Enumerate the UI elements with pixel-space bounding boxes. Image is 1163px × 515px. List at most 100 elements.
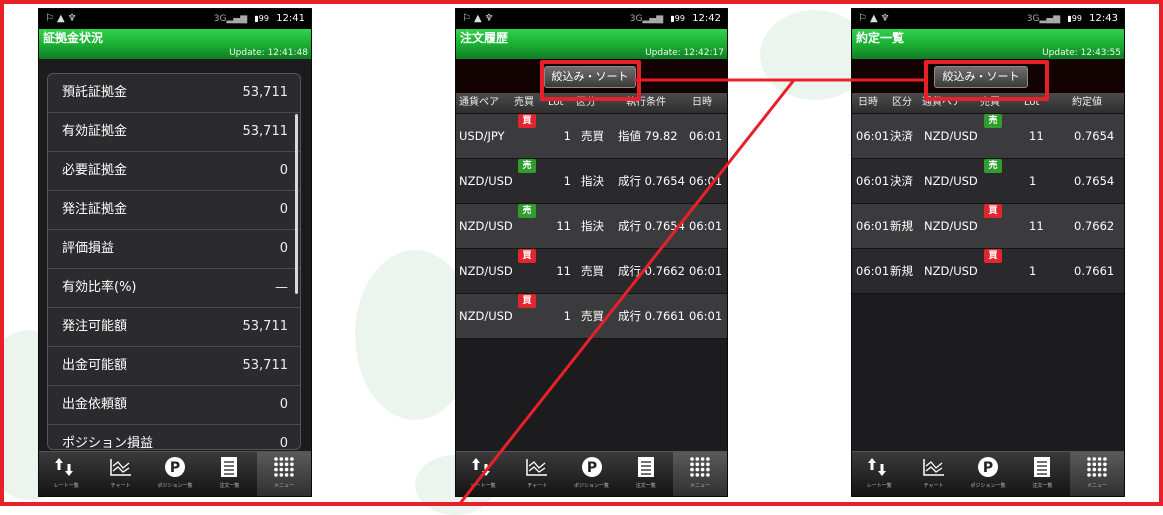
price-cell: 0.7654 (1074, 129, 1115, 143)
item-label: 出金依頼額 (62, 397, 128, 412)
bottom-nav: レート一覧 チャート P ポジション一覧 注文一覧 メニュー (852, 451, 1124, 496)
signal-icon: 3G▂▄▆ (213, 14, 248, 24)
status-bar: ⚐▲♆ 3G▂▄▆ ▮99 12:41 (39, 9, 311, 29)
rate-arrows-icon (456, 452, 510, 482)
item-label: 必要証拠金 (62, 163, 128, 178)
time-cell: 06:01 (856, 219, 890, 233)
nav-item-order-list[interactable]: 注文一覧 (619, 452, 673, 496)
svg-text:P: P (170, 460, 180, 476)
screen-title: 注文履歴 (456, 29, 727, 47)
side-badge: 売 (518, 159, 536, 173)
nav-item-chart[interactable]: チャート (510, 452, 564, 496)
notification-icons: ⚐▲♆ (45, 13, 80, 24)
svg-text:P: P (586, 460, 596, 476)
condition-cell: 成行 0.7662 (618, 264, 685, 278)
item-label: 有効証拠金 (62, 124, 128, 139)
lot-cell: 1 (563, 309, 571, 323)
item-value: 0 (279, 241, 288, 256)
list-item[interactable]: ポジション損益 0 (48, 425, 300, 450)
nav-item-position-p[interactable]: P ポジション一覧 (564, 452, 618, 496)
clock: 12:43 (1089, 13, 1118, 24)
kind-cell: 決済 (890, 129, 913, 143)
bottom-nav: レート一覧 チャート P ポジション一覧 注文一覧 メニュー (456, 451, 727, 496)
table-row[interactable]: 06:01 決済 NZD/USD 売 1 0.7654 (852, 159, 1124, 204)
table-row[interactable]: USD/JPY 買 1 売買 指値 79.82 06:01 (456, 114, 727, 159)
pair-cell: NZD/USD (459, 174, 513, 188)
kind-cell: 新規 (890, 219, 913, 233)
condition-cell: 成行 0.7661 (618, 309, 685, 323)
order-list-icon (619, 452, 673, 482)
nav-item-order-list[interactable]: 注文一覧 (1015, 452, 1069, 496)
nav-item-rate-arrows[interactable]: レート一覧 (39, 452, 93, 496)
nav-item-chart[interactable]: チャート (93, 452, 147, 496)
side-badge: 売 (518, 204, 536, 218)
lot-cell: 1 (563, 129, 571, 143)
list-item[interactable]: 発注証拠金 0 (48, 191, 300, 230)
item-value: 0 (279, 397, 288, 412)
item-value: 53,711 (242, 124, 289, 139)
chart-icon (906, 452, 960, 482)
list-item[interactable]: 評価損益 0 (48, 230, 300, 269)
lot-cell: 11 (556, 264, 571, 278)
nav-item-menu-grid[interactable]: メニュー (1069, 452, 1124, 496)
table-row[interactable]: NZD/USD 売 1 指決 成行 0.7654 06:01 (456, 159, 727, 204)
nav-item-position-p[interactable]: P ポジション一覧 (148, 452, 202, 496)
pair-cell: USD/JPY (459, 129, 505, 143)
time-cell: 06:01 (689, 264, 723, 278)
nav-item-menu-grid[interactable]: メニュー (256, 452, 311, 496)
scrollbar[interactable] (295, 114, 298, 294)
list-item[interactable]: 出金可能額 53,711 (48, 347, 300, 386)
table-row[interactable]: 06:01 新規 NZD/USD 買 1 0.7661 (852, 249, 1124, 294)
chart-icon (93, 452, 147, 482)
nav-label: 注文一覧 (635, 483, 656, 489)
lot-cell: 11 (1029, 219, 1044, 233)
item-label: 有効比率(%) (62, 280, 137, 295)
update-time: Update: 12:42:17 (456, 47, 727, 59)
nav-label: メニュー (273, 483, 294, 489)
signal-icon: 3G▂▄▆ (629, 14, 664, 24)
nav-item-order-list[interactable]: 注文一覧 (202, 452, 256, 496)
lot-cell: 11 (1029, 129, 1044, 143)
table-row[interactable]: 06:01 決済 NZD/USD 売 11 0.7654 (852, 114, 1124, 159)
menu-grid-icon (257, 452, 311, 482)
bottom-nav: レート一覧 チャート P ポジション一覧 注文一覧 メニュー (39, 451, 311, 496)
kind-cell: 売買 (581, 309, 604, 323)
execution-list: 06:01 決済 NZD/USD 売 11 0.7654 06:01 決済 NZD/USD 売 1 0… (852, 114, 1124, 294)
nav-item-menu-grid[interactable]: メニュー (672, 452, 727, 496)
list-item[interactable]: 出金依頼額 0 (48, 386, 300, 425)
list-item[interactable]: 預託証拠金 53,711 (48, 74, 300, 113)
nav-item-rate-arrows[interactable]: レート一覧 (456, 452, 510, 496)
screen-title: 証拠金状況 (39, 29, 311, 47)
clock: 12:42 (692, 13, 721, 24)
margin-list[interactable]: 預託証拠金 53,711 有効証拠金 53,711 必要証拠金 0 発注証拠金 0 評価損益 0 有… (47, 73, 301, 450)
nav-item-rate-arrows[interactable]: レート一覧 (852, 452, 906, 496)
lot-cell: 1 (1029, 174, 1037, 188)
table-row[interactable]: 06:01 新規 NZD/USD 買 11 0.7662 (852, 204, 1124, 249)
nav-item-chart[interactable]: チャート (906, 452, 960, 496)
table-row[interactable]: NZD/USD 買 11 売買 成行 0.7662 06:01 (456, 249, 727, 294)
list-item[interactable]: 必要証拠金 0 (48, 152, 300, 191)
update-time: Update: 12:41:48 (39, 47, 311, 59)
table-row[interactable]: NZD/USD 買 1 売買 成行 0.7661 06:01 (456, 294, 727, 339)
list-item[interactable]: 発注可能額 53,711 (48, 308, 300, 347)
pair-cell: NZD/USD (924, 174, 978, 188)
lot-cell: 11 (556, 219, 571, 233)
condition-cell: 成行 0.7654 (618, 219, 685, 233)
item-label: ポジション損益 (62, 436, 154, 450)
notification-icons: ⚐▲♆ (462, 13, 497, 24)
list-item[interactable]: 有効比率(%) — (48, 269, 300, 308)
nav-label: レート一覧 (470, 483, 496, 489)
nav-item-position-p[interactable]: P ポジション一覧 (961, 452, 1015, 496)
lot-cell: 1 (563, 174, 571, 188)
status-bar: ⚐▲♆ 3G▂▄▆ ▮99 12:43 (852, 9, 1124, 29)
list-item[interactable]: 有効証拠金 53,711 (48, 113, 300, 152)
position-p-icon: P (961, 452, 1015, 482)
rate-arrows-icon (39, 452, 93, 482)
column-header-cell: 日時 (692, 97, 712, 108)
column-header-cell: 通貨ペア (459, 97, 499, 108)
column-header-cell: 売買 (514, 97, 534, 108)
table-row[interactable]: NZD/USD 売 11 指決 成行 0.7654 06:01 (456, 204, 727, 249)
position-p-icon: P (148, 452, 202, 482)
nav-label: ポジション一覧 (574, 483, 610, 489)
nav-label: チャート (923, 483, 944, 489)
